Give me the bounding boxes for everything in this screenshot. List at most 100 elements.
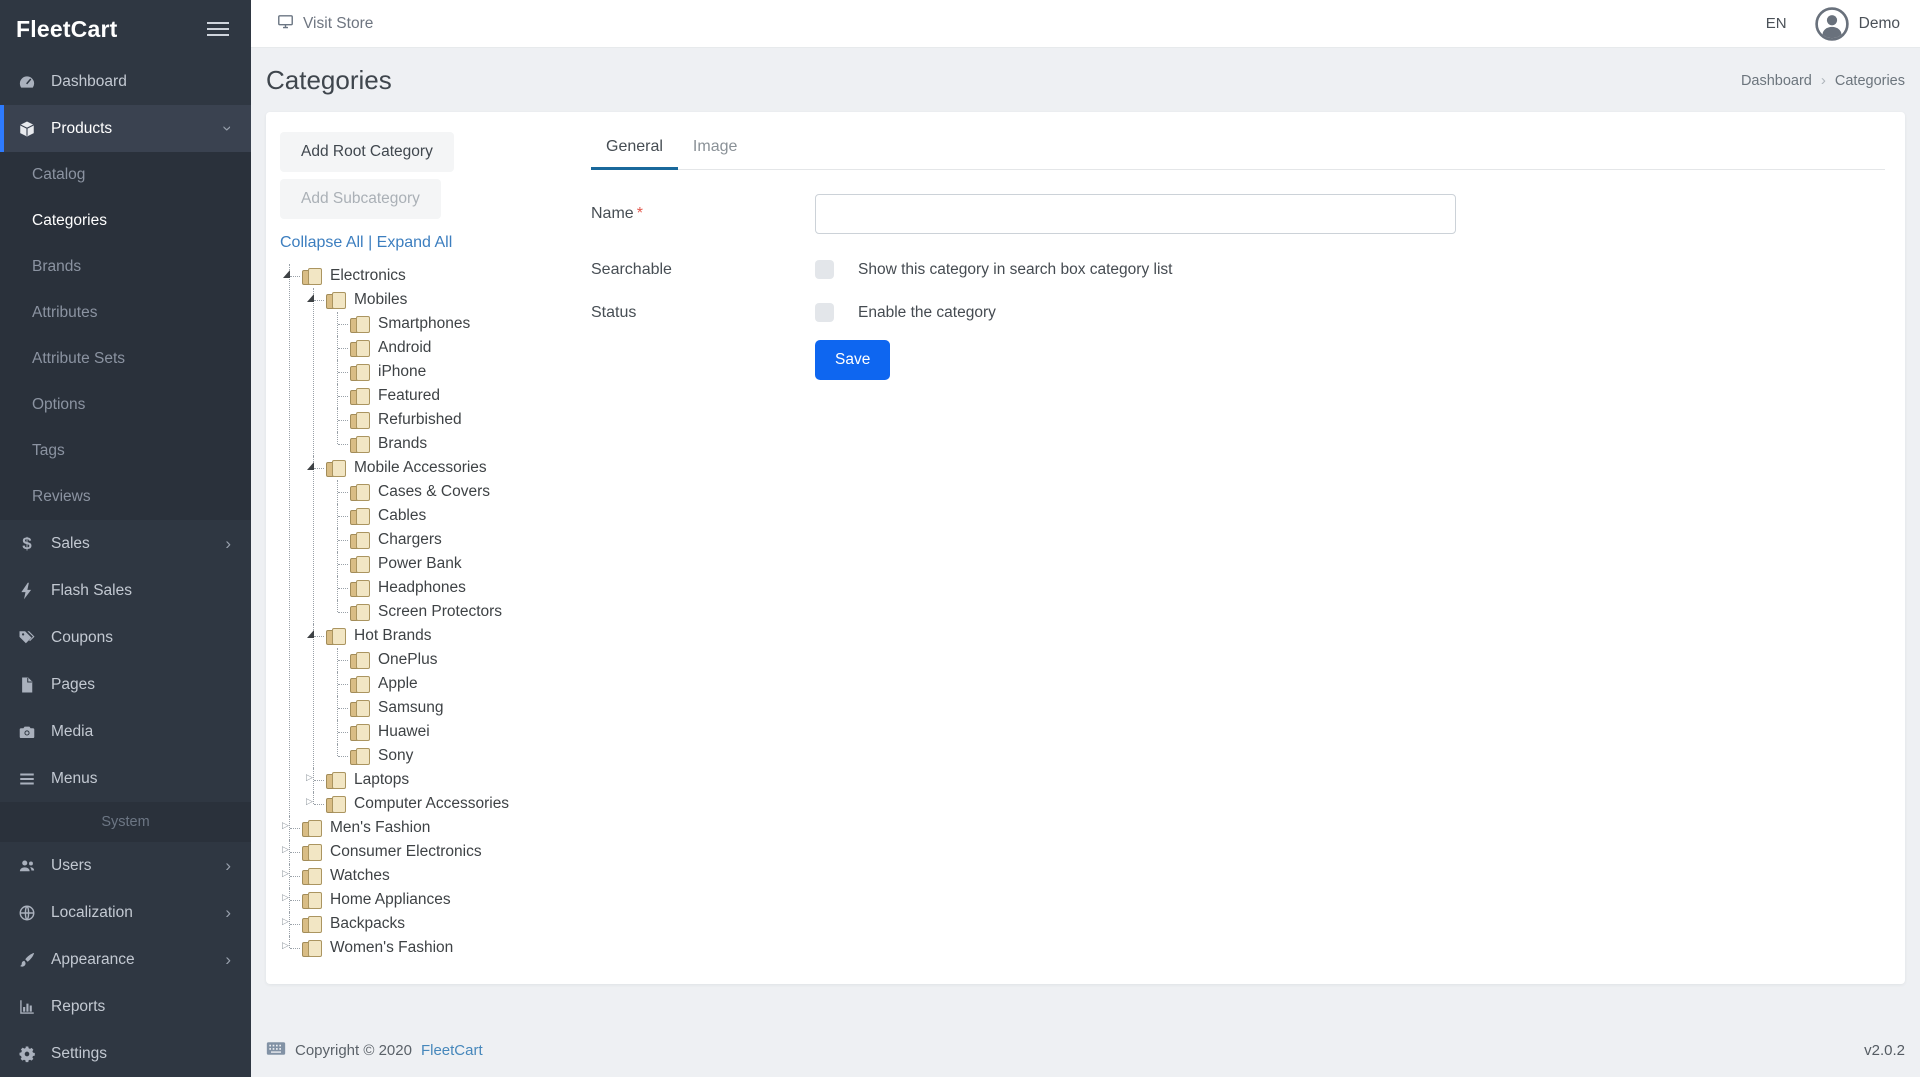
sidebar-item-menus[interactable]: Menus — [0, 755, 251, 802]
sidebar-item-reviews[interactable]: Reviews — [0, 474, 251, 520]
tree-node-label: Power Bank — [378, 555, 462, 573]
footer-brand-link[interactable]: FleetCart — [421, 1042, 483, 1059]
folder-icon — [350, 508, 371, 525]
tree-node-huawei[interactable]: Huawei — [329, 720, 578, 744]
sidebar-item-appearance[interactable]: Appearance› — [0, 936, 251, 983]
hamburger-menu-icon[interactable] — [207, 14, 229, 44]
expand-closed-icon[interactable]: ▷ — [306, 796, 313, 807]
expand-closed-icon[interactable]: ▷ — [282, 868, 289, 879]
breadcrumb-dashboard[interactable]: Dashboard — [1741, 73, 1812, 89]
sidebar-item-brands[interactable]: Brands — [0, 244, 251, 290]
sidebar-item-media[interactable]: Media — [0, 708, 251, 755]
tree-node-watches[interactable]: ▷Watches — [281, 864, 578, 888]
tree-node-brands[interactable]: Brands — [329, 432, 578, 456]
tree-node-headphones[interactable]: Headphones — [329, 576, 578, 600]
folder-icon — [350, 580, 371, 597]
tree-node-label: Samsung — [378, 699, 443, 717]
sidebar-item-localization[interactable]: Localization› — [0, 889, 251, 936]
sidebar-item-pages[interactable]: Pages — [0, 661, 251, 708]
add-subcategory-button[interactable]: Add Subcategory — [280, 179, 441, 219]
name-input[interactable] — [815, 194, 1456, 234]
status-checkbox[interactable] — [815, 303, 834, 322]
sidebar-item-label: Products — [51, 120, 112, 138]
localization-icon — [18, 904, 36, 922]
tree-node-power-bank[interactable]: Power Bank — [329, 552, 578, 576]
user-menu[interactable]: Demo — [1815, 7, 1900, 41]
tree-node-home-appliances[interactable]: ▷Home Appliances — [281, 888, 578, 912]
sidebar-item-coupons[interactable]: Coupons — [0, 614, 251, 661]
tree-node-computer-accessories[interactable]: ▷ Computer Accessories — [305, 792, 578, 816]
sidebar: FleetCart DashboardProducts›CatalogCateg… — [0, 0, 251, 1077]
expand-open-icon[interactable] — [307, 294, 314, 302]
coupons-icon — [18, 629, 36, 647]
tree-node-oneplus[interactable]: OnePlus — [329, 648, 578, 672]
sidebar-item-flash-sales[interactable]: Flash Sales — [0, 567, 251, 614]
content-area: Categories Dashboard › Categories Add Ro… — [251, 48, 1920, 1077]
form-tabs: General Image — [591, 132, 1885, 170]
tree-node-refurbished[interactable]: Refurbished — [329, 408, 578, 432]
add-root-category-button[interactable]: Add Root Category — [280, 132, 454, 172]
folder-icon — [350, 724, 371, 741]
tab-general[interactable]: General — [591, 132, 678, 170]
tree-node-chargers[interactable]: Chargers — [329, 528, 578, 552]
tree-node-cases-covers[interactable]: Cases & Covers — [329, 480, 578, 504]
tree-node-android[interactable]: Android — [329, 336, 578, 360]
expand-all-link[interactable]: Expand All — [377, 234, 453, 251]
tree-node-men-s-fashion[interactable]: ▷Men's Fashion — [281, 816, 578, 840]
sidebar-item-settings[interactable]: Settings — [0, 1030, 251, 1077]
collapse-all-link[interactable]: Collapse All — [280, 234, 364, 251]
folder-icon — [350, 748, 371, 765]
chevron-right-icon: › — [225, 857, 231, 874]
tree-node-label: Women's Fashion — [330, 939, 453, 957]
expand-closed-icon[interactable]: ▷ — [282, 892, 289, 903]
tree-node-sony[interactable]: Sony — [329, 744, 578, 768]
tree-node-label: Computer Accessories — [354, 795, 509, 813]
tree-node-apple[interactable]: Apple — [329, 672, 578, 696]
tree-node-consumer-electronics[interactable]: ▷Consumer Electronics — [281, 840, 578, 864]
visit-store-link[interactable]: Visit Store — [277, 13, 373, 35]
tree-node-featured[interactable]: Featured — [329, 384, 578, 408]
tree-node-iphone[interactable]: iPhone — [329, 360, 578, 384]
sidebar-item-dashboard[interactable]: Dashboard — [0, 58, 251, 105]
tree-node-hot-brands[interactable]: Hot Brands — [305, 624, 578, 648]
save-button[interactable]: Save — [815, 340, 890, 380]
tree-node-laptops[interactable]: ▷Laptops — [305, 768, 578, 792]
tree-node-women-s-fashion[interactable]: ▷ Women's Fashion — [281, 936, 578, 960]
tree-node-label: Smartphones — [378, 315, 470, 333]
tree-node-mobiles[interactable]: Mobiles — [305, 288, 578, 312]
expand-closed-icon[interactable]: ▷ — [282, 916, 289, 927]
sidebar-item-attribute-sets[interactable]: Attribute Sets — [0, 336, 251, 382]
tree-node-label: Screen Protectors — [378, 603, 502, 621]
sidebar-item-attributes[interactable]: Attributes — [0, 290, 251, 336]
expand-closed-icon[interactable]: ▷ — [282, 844, 289, 855]
expand-closed-icon[interactable]: ▷ — [282, 820, 289, 831]
expand-open-icon[interactable] — [307, 630, 314, 638]
name-label: Name* — [591, 205, 815, 223]
expand-open-icon[interactable] — [307, 462, 314, 470]
tree-node-mobile-accessories[interactable]: Mobile Accessories — [305, 456, 578, 480]
settings-icon — [18, 1045, 36, 1063]
sidebar-item-reports[interactable]: Reports — [0, 983, 251, 1030]
folder-icon — [302, 892, 323, 909]
sidebar-item-users[interactable]: Users› — [0, 842, 251, 889]
folder-icon — [302, 916, 323, 933]
tree-node-label: iPhone — [378, 363, 426, 381]
tree-node-smartphones[interactable]: Smartphones — [329, 312, 578, 336]
sidebar-item-sales[interactable]: $Sales› — [0, 520, 251, 567]
tree-node-screen-protectors[interactable]: Screen Protectors — [329, 600, 578, 624]
searchable-checkbox[interactable] — [815, 260, 834, 279]
sidebar-item-options[interactable]: Options — [0, 382, 251, 428]
sidebar-item-products[interactable]: Products› — [0, 105, 251, 152]
tree-node-electronics[interactable]: Electronics — [281, 264, 578, 288]
tree-node-backpacks[interactable]: ▷Backpacks — [281, 912, 578, 936]
tree-node-cables[interactable]: Cables — [329, 504, 578, 528]
sidebar-item-categories[interactable]: Categories — [0, 198, 251, 244]
expand-closed-icon[interactable]: ▷ — [306, 772, 313, 783]
sidebar-item-catalog[interactable]: Catalog — [0, 152, 251, 198]
language-switcher[interactable]: EN — [1766, 15, 1787, 32]
tab-image[interactable]: Image — [678, 132, 752, 169]
expand-closed-icon[interactable]: ▷ — [282, 940, 289, 951]
expand-open-icon[interactable] — [283, 270, 290, 278]
tree-node-samsung[interactable]: Samsung — [329, 696, 578, 720]
sidebar-item-tags[interactable]: Tags — [0, 428, 251, 474]
